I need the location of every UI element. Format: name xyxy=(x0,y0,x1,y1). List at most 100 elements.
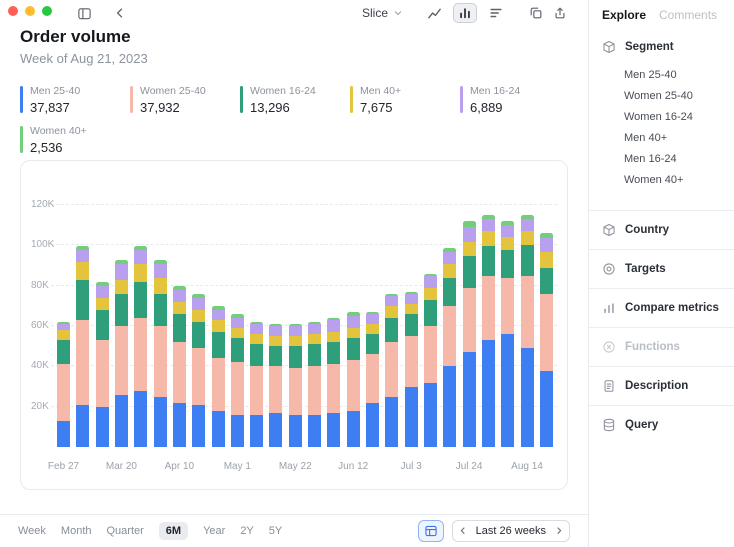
bar-chart-button[interactable] xyxy=(453,3,477,23)
back-button[interactable] xyxy=(108,3,132,23)
bar-segment xyxy=(366,402,379,447)
bar-segment xyxy=(481,340,495,447)
bar-segment xyxy=(404,303,418,314)
chart-bar[interactable] xyxy=(423,273,437,447)
bar-segment xyxy=(520,219,534,232)
bar-segment xyxy=(443,305,457,367)
bar-segment xyxy=(192,348,206,405)
segment-item[interactable]: Women 16-24 xyxy=(624,106,734,127)
bar-segment xyxy=(269,325,283,337)
range-2y[interactable]: 2Y xyxy=(240,525,253,537)
range-year[interactable]: Year xyxy=(203,525,225,537)
bar-segment xyxy=(385,295,399,306)
close-button[interactable] xyxy=(8,6,18,16)
y-tick-label: 80K xyxy=(31,279,49,291)
chart-bar[interactable] xyxy=(443,247,457,447)
bar-segment xyxy=(114,394,128,447)
chart-bar[interactable] xyxy=(269,323,283,447)
chart-bar[interactable] xyxy=(327,317,341,447)
next-period-button[interactable] xyxy=(549,521,569,541)
legend-item[interactable]: Men 25-40 37,837 xyxy=(20,85,130,115)
chart-bar[interactable] xyxy=(192,293,206,447)
range-quarter[interactable]: Quarter xyxy=(107,525,144,537)
sidebar-tabs: Explore Comments xyxy=(589,0,734,22)
segment-item[interactable]: Women 40+ xyxy=(624,169,734,190)
sidebar-section-description[interactable]: Description xyxy=(589,366,734,405)
range-week[interactable]: Week xyxy=(18,525,46,537)
sidebar-section-query[interactable]: Query xyxy=(589,405,734,444)
sidebar-section-compare-metrics[interactable]: Compare metrics xyxy=(589,288,734,327)
legend-value: 13,296 xyxy=(250,100,290,115)
legend-item[interactable]: Men 40+ 7,675 xyxy=(350,85,460,115)
chart-bar[interactable] xyxy=(153,259,167,447)
chart-bar[interactable] xyxy=(501,221,515,447)
slice-dropdown[interactable]: Slice xyxy=(362,6,404,20)
bar-segment xyxy=(250,414,264,447)
chart-bar[interactable] xyxy=(539,233,553,447)
chart-bar[interactable] xyxy=(95,281,109,447)
line-chart-button[interactable] xyxy=(422,3,446,23)
bar-segment xyxy=(269,366,283,413)
chart-bar[interactable] xyxy=(366,311,379,447)
prev-period-button[interactable] xyxy=(453,521,473,541)
header: Order volume Week of Aug 21, 2023 xyxy=(20,27,148,66)
range-month[interactable]: Month xyxy=(61,525,92,537)
minimize-button[interactable] xyxy=(25,6,35,16)
bar-segment xyxy=(404,336,418,387)
bar-segment xyxy=(134,390,148,447)
bar-segment xyxy=(230,362,244,415)
sidebar-section-targets[interactable]: Targets xyxy=(589,249,734,288)
legend-item[interactable]: Women 40+ 2,536 xyxy=(20,125,130,155)
calendar-button[interactable] xyxy=(417,520,444,542)
chart-bar[interactable] xyxy=(462,221,476,447)
chart-bar[interactable] xyxy=(520,215,534,447)
sidebar-section-functions[interactable]: Functions xyxy=(589,327,734,366)
bar-segment xyxy=(346,410,360,447)
chart-bar[interactable] xyxy=(230,314,244,447)
sidebar-toggle-button[interactable] xyxy=(72,3,96,23)
chevron-down-icon xyxy=(394,11,402,16)
legend-value: 7,675 xyxy=(360,100,393,115)
chart-bar[interactable] xyxy=(404,291,418,447)
segment-item[interactable]: Women 25-40 xyxy=(624,85,734,106)
chart-bar[interactable] xyxy=(57,322,70,447)
x-tick-cell xyxy=(308,461,321,474)
sidebar-section-segment[interactable]: Segment xyxy=(589,22,734,64)
bar-segment xyxy=(211,320,225,333)
range-5y[interactable]: 5Y xyxy=(269,525,282,537)
comments-tab[interactable]: Comments xyxy=(659,8,717,22)
legend-item[interactable]: Women 25-40 37,932 xyxy=(130,85,240,115)
chart-bar[interactable] xyxy=(288,324,302,447)
duplicate-button[interactable] xyxy=(524,3,548,23)
chart-bar[interactable] xyxy=(211,305,225,447)
zoom-button[interactable] xyxy=(42,6,52,16)
explore-tab[interactable]: Explore xyxy=(602,8,646,22)
bar-segment xyxy=(211,332,225,359)
chart-bar[interactable] xyxy=(114,259,128,447)
chart-bar[interactable] xyxy=(250,322,264,447)
x-tick-label: May 1 xyxy=(223,461,251,472)
legend-text: Men 40+ 7,675 xyxy=(360,85,401,115)
chart-bar[interactable] xyxy=(385,293,399,447)
chart-bar[interactable] xyxy=(481,215,495,447)
chart-bar[interactable] xyxy=(172,285,186,447)
segment-item[interactable]: Men 16-24 xyxy=(624,148,734,169)
range-6m[interactable]: 6M xyxy=(158,522,189,540)
segment-item[interactable]: Men 40+ xyxy=(624,127,734,148)
segment-items: Men 25-40 Women 25-40 Women 16-24 Men 40+ Me… xyxy=(589,64,734,210)
segment-item[interactable]: Men 25-40 xyxy=(624,64,734,85)
chart-bar[interactable] xyxy=(134,245,148,447)
legend-item[interactable]: Women 16-24 13,296 xyxy=(240,85,350,115)
legend-item[interactable]: Men 16-24 6,889 xyxy=(460,85,570,115)
chart-bar[interactable] xyxy=(346,311,360,447)
order-volume-chart: 20K 40K 60K 80K 100K 120K Feb 27 Mar 20 Apr 10 M… xyxy=(20,160,568,490)
sidebar-section-country[interactable]: Country xyxy=(589,210,734,249)
chart-bar[interactable] xyxy=(76,245,90,447)
bar-segment xyxy=(539,370,553,447)
bar-segment xyxy=(462,255,476,288)
share-button[interactable] xyxy=(548,3,572,23)
chart-bar[interactable] xyxy=(308,322,322,447)
bar-segment xyxy=(230,318,244,329)
legend-value: 37,837 xyxy=(30,100,70,115)
list-view-button[interactable] xyxy=(484,3,508,23)
